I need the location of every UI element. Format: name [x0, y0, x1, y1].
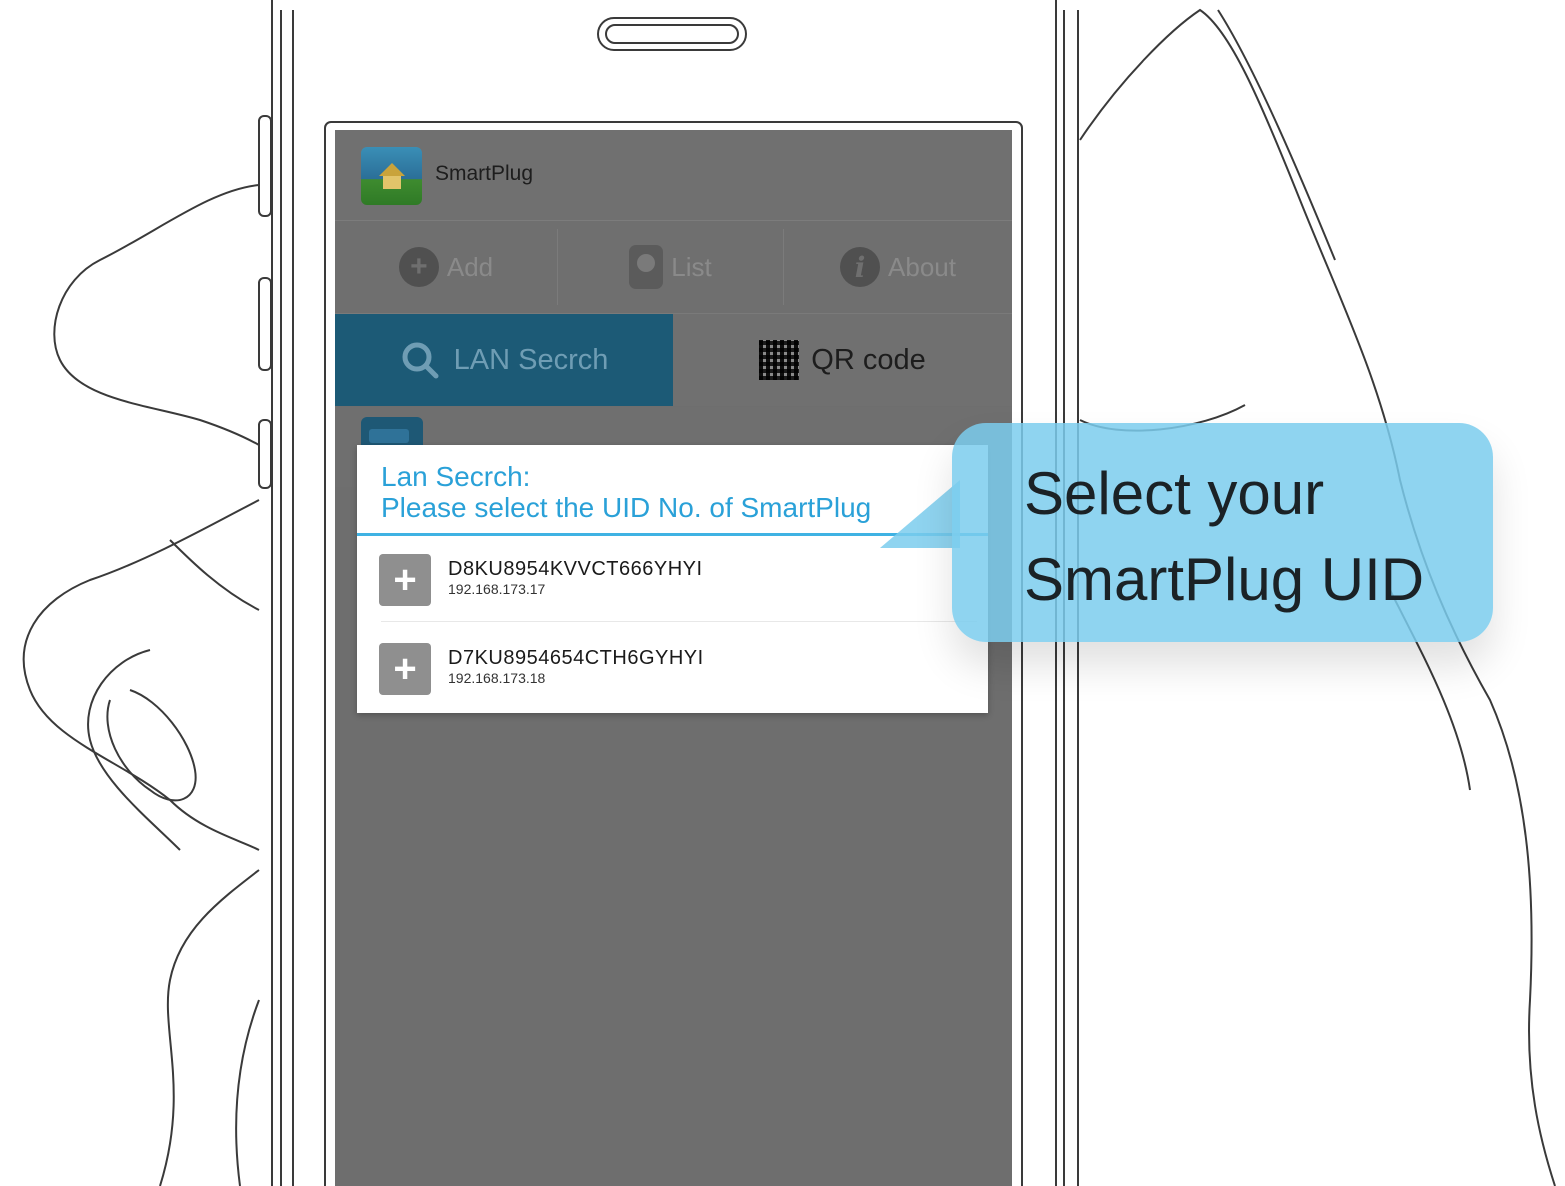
nav-bar: + Add List i About [335, 221, 1012, 314]
uid-list-item[interactable]: + D8KU8954KVVCT666YHYI 192.168.173.17 [357, 536, 988, 626]
plus-circle-icon: + [398, 247, 439, 287]
row-divider [381, 621, 977, 622]
house-icon [379, 163, 405, 176]
app-title: SmartPlug [435, 162, 534, 185]
tab-qr-code-label: QR code [811, 343, 926, 376]
search-icon [402, 342, 439, 379]
nav-add[interactable]: + Add [335, 221, 557, 313]
dialog-title-line2: Please select the UID No. of SmartPlug [381, 492, 872, 523]
search-tabs: LAN Secrch QR code [335, 314, 1012, 406]
tab-lan-search-label: LAN Secrch [453, 343, 609, 376]
nav-list[interactable]: List [558, 221, 783, 313]
qr-code-icon [759, 340, 800, 380]
add-device-icon[interactable]: + [379, 554, 431, 606]
nav-about[interactable]: i About [784, 221, 1012, 313]
uid-value: D7KU8954654CTH6GYHYI [448, 647, 704, 669]
callout-text: Select your SmartPlug UID [1024, 460, 1425, 613]
nav-add-label: Add [446, 251, 494, 282]
uid-value: D8KU8954KVVCT666YHYI [448, 558, 703, 580]
ip-address: 192.168.173.18 [448, 670, 546, 686]
uid-list-item[interactable]: + D7KU8954654CTH6GYHYI 192.168.173.18 [357, 625, 988, 715]
info-circle-icon: i [840, 247, 881, 287]
smartplug-app-icon [361, 147, 422, 205]
add-device-icon[interactable]: + [379, 643, 431, 695]
dialog-title-line1: Lan Secrch: [381, 461, 531, 492]
dialog-title: Lan Secrch: Please select the UID No. of… [381, 461, 971, 523]
ip-address: 192.168.173.17 [448, 581, 546, 597]
tab-lan-search[interactable]: LAN Secrch [335, 314, 673, 406]
lan-search-dialog: Lan Secrch: Please select the UID No. of… [357, 445, 988, 713]
nav-about-label: About [888, 251, 956, 282]
plug-icon [629, 245, 664, 289]
instruction-callout: Select your SmartPlug UID [952, 423, 1493, 642]
tab-qr-code[interactable]: QR code [673, 314, 1012, 406]
app-header: SmartPlug [335, 130, 1012, 221]
nav-list-label: List [671, 251, 712, 282]
